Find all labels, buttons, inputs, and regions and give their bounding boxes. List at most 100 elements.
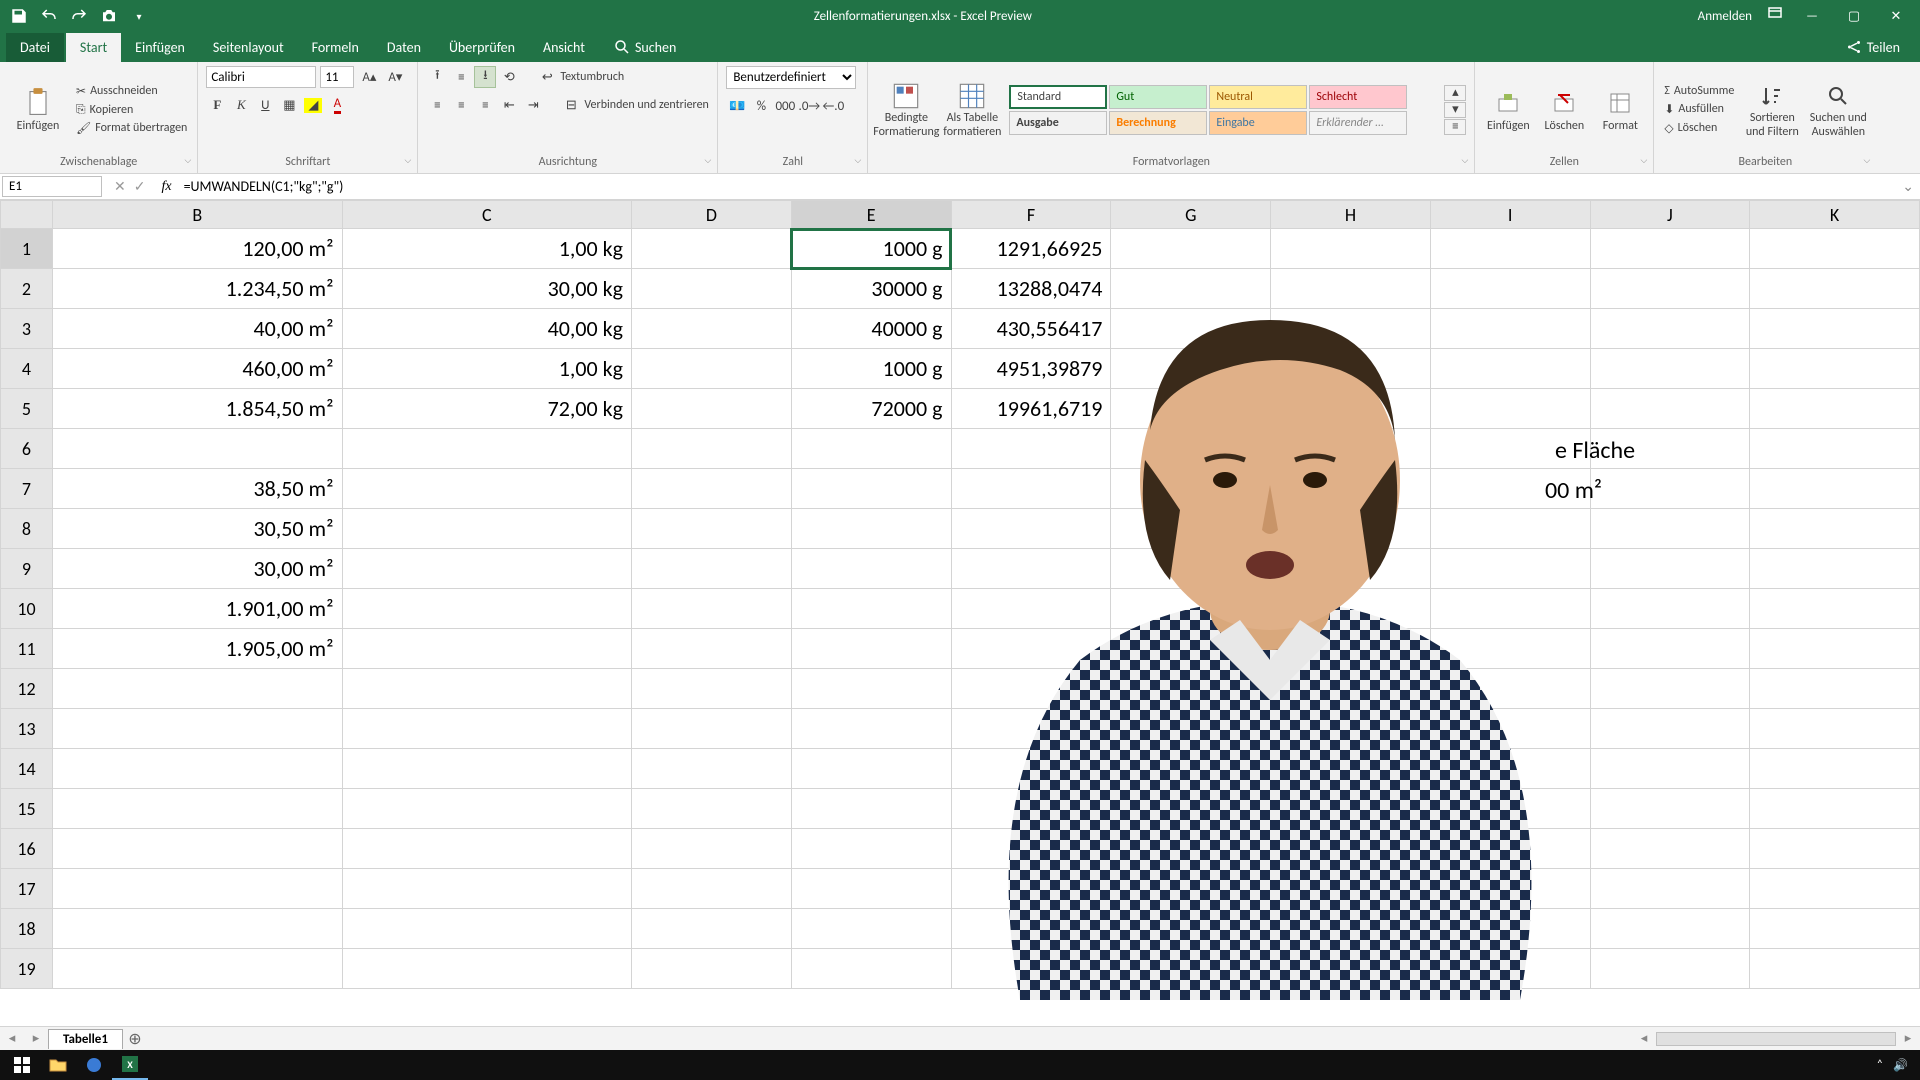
row-header-12[interactable]: 12	[1, 669, 53, 709]
cell-G7[interactable]	[1111, 469, 1271, 509]
styles-more-icon[interactable]: ≡	[1444, 119, 1466, 135]
cell-F5[interactable]: 19961,6719	[951, 389, 1111, 429]
cell-E12[interactable]	[791, 669, 951, 709]
cell-E9[interactable]	[791, 549, 951, 589]
align-right-icon[interactable]: ≡	[474, 94, 496, 116]
taskbar-explorer-icon[interactable]	[40, 1050, 76, 1080]
maximize-button[interactable]: ▢	[1840, 9, 1868, 24]
style-gut[interactable]: Gut	[1109, 85, 1207, 109]
start-button[interactable]	[4, 1050, 40, 1080]
cell-I14[interactable]	[1430, 749, 1590, 789]
cell-G12[interactable]	[1111, 669, 1271, 709]
sheet-tab[interactable]: Tabelle1	[48, 1029, 123, 1049]
cell-F17[interactable]	[951, 869, 1111, 909]
decrease-font-icon[interactable]: A▾	[384, 66, 406, 88]
cell-J8[interactable]	[1590, 509, 1750, 549]
cell-G17[interactable]	[1111, 869, 1271, 909]
cell-B2[interactable]: 1.234,50 m²	[52, 269, 342, 309]
taskbar-excel-icon[interactable]: X	[112, 1050, 148, 1080]
font-color-button[interactable]: A	[326, 94, 348, 116]
row-header-16[interactable]: 16	[1, 829, 53, 869]
signin-link[interactable]: Anmelden	[1698, 9, 1752, 24]
formula-input[interactable]: =UMWANDELN(C1;"kg";"g")	[178, 176, 1897, 197]
cell-F9[interactable]	[951, 549, 1111, 589]
cell-H16[interactable]	[1271, 829, 1431, 869]
expand-formula-bar-icon[interactable]: ⌄	[1896, 178, 1920, 195]
cell-I3[interactable]	[1430, 309, 1590, 349]
cell-K7[interactable]	[1750, 469, 1920, 509]
cell-D1[interactable]	[632, 229, 792, 269]
cell-G5[interactable]	[1111, 389, 1271, 429]
fill-button[interactable]: ⬇Ausfüllen	[1662, 101, 1736, 118]
fill-color-button[interactable]: ◢	[302, 94, 324, 116]
conditional-formatting-button[interactable]: Bedingte Formatierung	[876, 80, 936, 138]
cell-B8[interactable]: 30,50 m²	[52, 509, 342, 549]
hscroll-right-icon[interactable]: ▸	[1896, 1031, 1920, 1046]
cell-C4[interactable]: 1,00 kg	[342, 349, 632, 389]
underline-button[interactable]: U	[254, 94, 276, 116]
undo-icon[interactable]	[38, 5, 60, 27]
cell-G18[interactable]	[1111, 909, 1271, 949]
cell-E1[interactable]: 1000 g	[791, 229, 951, 269]
qat-customize-icon[interactable]: ▾	[128, 5, 150, 27]
format-painter-button[interactable]: 🖌Format übertragen	[74, 120, 189, 137]
cell-F18[interactable]	[951, 909, 1111, 949]
cell-F2[interactable]: 13288,0474	[951, 269, 1111, 309]
cell-D17[interactable]	[632, 869, 792, 909]
cell-C17[interactable]	[342, 869, 632, 909]
cell-H9[interactable]	[1271, 549, 1431, 589]
cell-C2[interactable]: 30,00 kg	[342, 269, 632, 309]
cell-F10[interactable]	[951, 589, 1111, 629]
cell-C10[interactable]	[342, 589, 632, 629]
row-header-8[interactable]: 8	[1, 509, 53, 549]
cell-E2[interactable]: 30000 g	[791, 269, 951, 309]
cell-D7[interactable]	[632, 469, 792, 509]
cell-I18[interactable]	[1430, 909, 1590, 949]
align-left-icon[interactable]: ≡	[426, 94, 448, 116]
cell-J2[interactable]	[1590, 269, 1750, 309]
row-header-17[interactable]: 17	[1, 869, 53, 909]
cell-K3[interactable]	[1750, 309, 1920, 349]
cell-F13[interactable]	[951, 709, 1111, 749]
cell-H18[interactable]	[1271, 909, 1431, 949]
cell-E5[interactable]: 72000 g	[791, 389, 951, 429]
bold-button[interactable]: F	[206, 94, 228, 116]
border-button[interactable]: ▦	[278, 94, 300, 116]
cell-G6[interactable]	[1111, 429, 1271, 469]
cell-F7[interactable]	[951, 469, 1111, 509]
paste-button[interactable]: Einfügen	[8, 87, 68, 133]
sort-filter-button[interactable]: Sortieren und Filtern	[1742, 80, 1802, 138]
font-name-input[interactable]	[206, 66, 316, 88]
cell-F12[interactable]	[951, 669, 1111, 709]
cell-K4[interactable]	[1750, 349, 1920, 389]
cell-G3[interactable]	[1111, 309, 1271, 349]
cell-I19[interactable]	[1430, 949, 1590, 989]
row-header-1[interactable]: 1	[1, 229, 53, 269]
cell-I13[interactable]	[1430, 709, 1590, 749]
cell-G11[interactable]	[1111, 629, 1271, 669]
cell-J7[interactable]	[1590, 469, 1750, 509]
cell-B16[interactable]	[52, 829, 342, 869]
col-header-C[interactable]: C	[342, 201, 632, 229]
align-top-icon[interactable]: ⭱	[426, 66, 448, 88]
style-neutral[interactable]: Neutral	[1209, 85, 1307, 109]
cell-D12[interactable]	[632, 669, 792, 709]
col-header-J[interactable]: J	[1590, 201, 1750, 229]
col-header-H[interactable]: H	[1271, 201, 1431, 229]
cell-D2[interactable]	[632, 269, 792, 309]
cell-J13[interactable]	[1590, 709, 1750, 749]
cell-D5[interactable]	[632, 389, 792, 429]
cell-F3[interactable]: 430,556417	[951, 309, 1111, 349]
row-header-18[interactable]: 18	[1, 909, 53, 949]
cell-E6[interactable]	[791, 429, 951, 469]
fx-icon[interactable]: fx	[155, 179, 177, 195]
system-tray[interactable]: ˄ 🔊	[1869, 1058, 1916, 1073]
cell-H2[interactable]	[1271, 269, 1431, 309]
cell-C3[interactable]: 40,00 kg	[342, 309, 632, 349]
cell-J12[interactable]	[1590, 669, 1750, 709]
cell-C15[interactable]	[342, 789, 632, 829]
tab-pagelayout[interactable]: Seitenlayout	[199, 33, 298, 62]
cell-J14[interactable]	[1590, 749, 1750, 789]
cell-F19[interactable]	[951, 949, 1111, 989]
style-standard[interactable]: Standard	[1009, 85, 1107, 109]
